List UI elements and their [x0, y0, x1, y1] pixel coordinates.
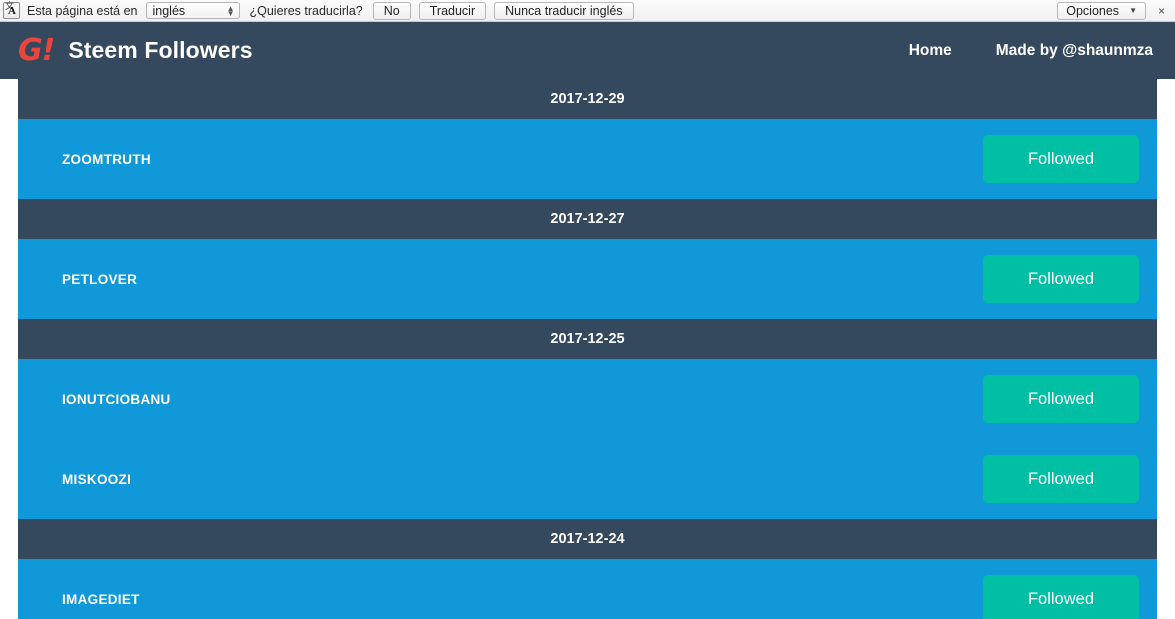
app-logo-icon: G!	[18, 32, 55, 68]
navbar: G! Steem Followers Home Made by @shaunmz…	[0, 22, 1175, 79]
follower-name[interactable]: PETLOVER	[62, 272, 137, 287]
followed-button[interactable]: Followed	[983, 135, 1139, 183]
follower-name[interactable]: IMAGEDIET	[62, 592, 140, 607]
follower-row: ZOOMTRUTH Followed	[18, 119, 1157, 199]
language-select-value: inglés	[152, 3, 186, 18]
date-group-body: IMAGEDIET Followed	[18, 559, 1157, 619]
stepper-icon: ▲ ▼	[226, 3, 235, 18]
never-translate-button[interactable]: Nunca traducir inglés	[494, 1, 634, 20]
translate-bar-label: Esta página está en	[27, 3, 138, 18]
followed-button[interactable]: Followed	[983, 455, 1139, 503]
chevron-down-icon: ▼	[1129, 6, 1137, 15]
options-dropdown-label: Opciones	[1066, 3, 1120, 18]
language-select[interactable]: inglés ▲ ▼	[145, 2, 240, 19]
translate-bar-question: ¿Quieres traducirla?	[249, 3, 363, 18]
date-group-body: PETLOVER Followed	[18, 239, 1157, 319]
brand[interactable]: G! Steem Followers	[18, 32, 253, 68]
followed-button[interactable]: Followed	[983, 255, 1139, 303]
date-header: 2017-12-24	[18, 519, 1157, 559]
translate-icon-glyph-a: A	[8, 5, 16, 17]
date-group-body: IONUTCIOBANU Followed MISKOOZI Followed	[18, 359, 1157, 519]
translate-icon: 文 A	[3, 2, 20, 19]
follower-row: MISKOOZI Followed	[18, 439, 1157, 519]
date-header: 2017-12-29	[18, 79, 1157, 119]
followers-feed: 2017-12-29 ZOOMTRUTH Followed 2017-12-27 PET…	[0, 79, 1175, 619]
browser-translate-bar: 文 A Esta página está en inglés ▲ ▼ ¿Quier…	[0, 0, 1175, 22]
follower-name[interactable]: MISKOOZI	[62, 472, 131, 487]
translate-button[interactable]: Traducir	[418, 1, 487, 20]
close-icon[interactable]: ×	[1158, 5, 1165, 17]
nav-links: Home Made by @shaunmza	[909, 42, 1153, 60]
follower-name[interactable]: ZOOMTRUTH	[62, 152, 151, 167]
followed-button[interactable]: Followed	[983, 375, 1139, 423]
follower-name[interactable]: IONUTCIOBANU	[62, 392, 171, 407]
options-dropdown[interactable]: Opciones ▼	[1057, 1, 1146, 20]
follower-row: IMAGEDIET Followed	[18, 559, 1157, 619]
follower-row: IONUTCIOBANU Followed	[18, 359, 1157, 439]
followed-button[interactable]: Followed	[983, 575, 1139, 619]
page-title: Steem Followers	[68, 37, 253, 63]
nav-link-home[interactable]: Home	[909, 42, 952, 60]
nav-link-made-by[interactable]: Made by @shaunmza	[996, 42, 1153, 60]
translate-bar-right-group: Opciones ▼ ×	[1057, 1, 1169, 20]
date-header: 2017-12-25	[18, 319, 1157, 359]
date-group-body: ZOOMTRUTH Followed	[18, 119, 1157, 199]
date-header: 2017-12-27	[18, 199, 1157, 239]
no-button[interactable]: No	[372, 1, 411, 20]
follower-row: PETLOVER Followed	[18, 239, 1157, 319]
